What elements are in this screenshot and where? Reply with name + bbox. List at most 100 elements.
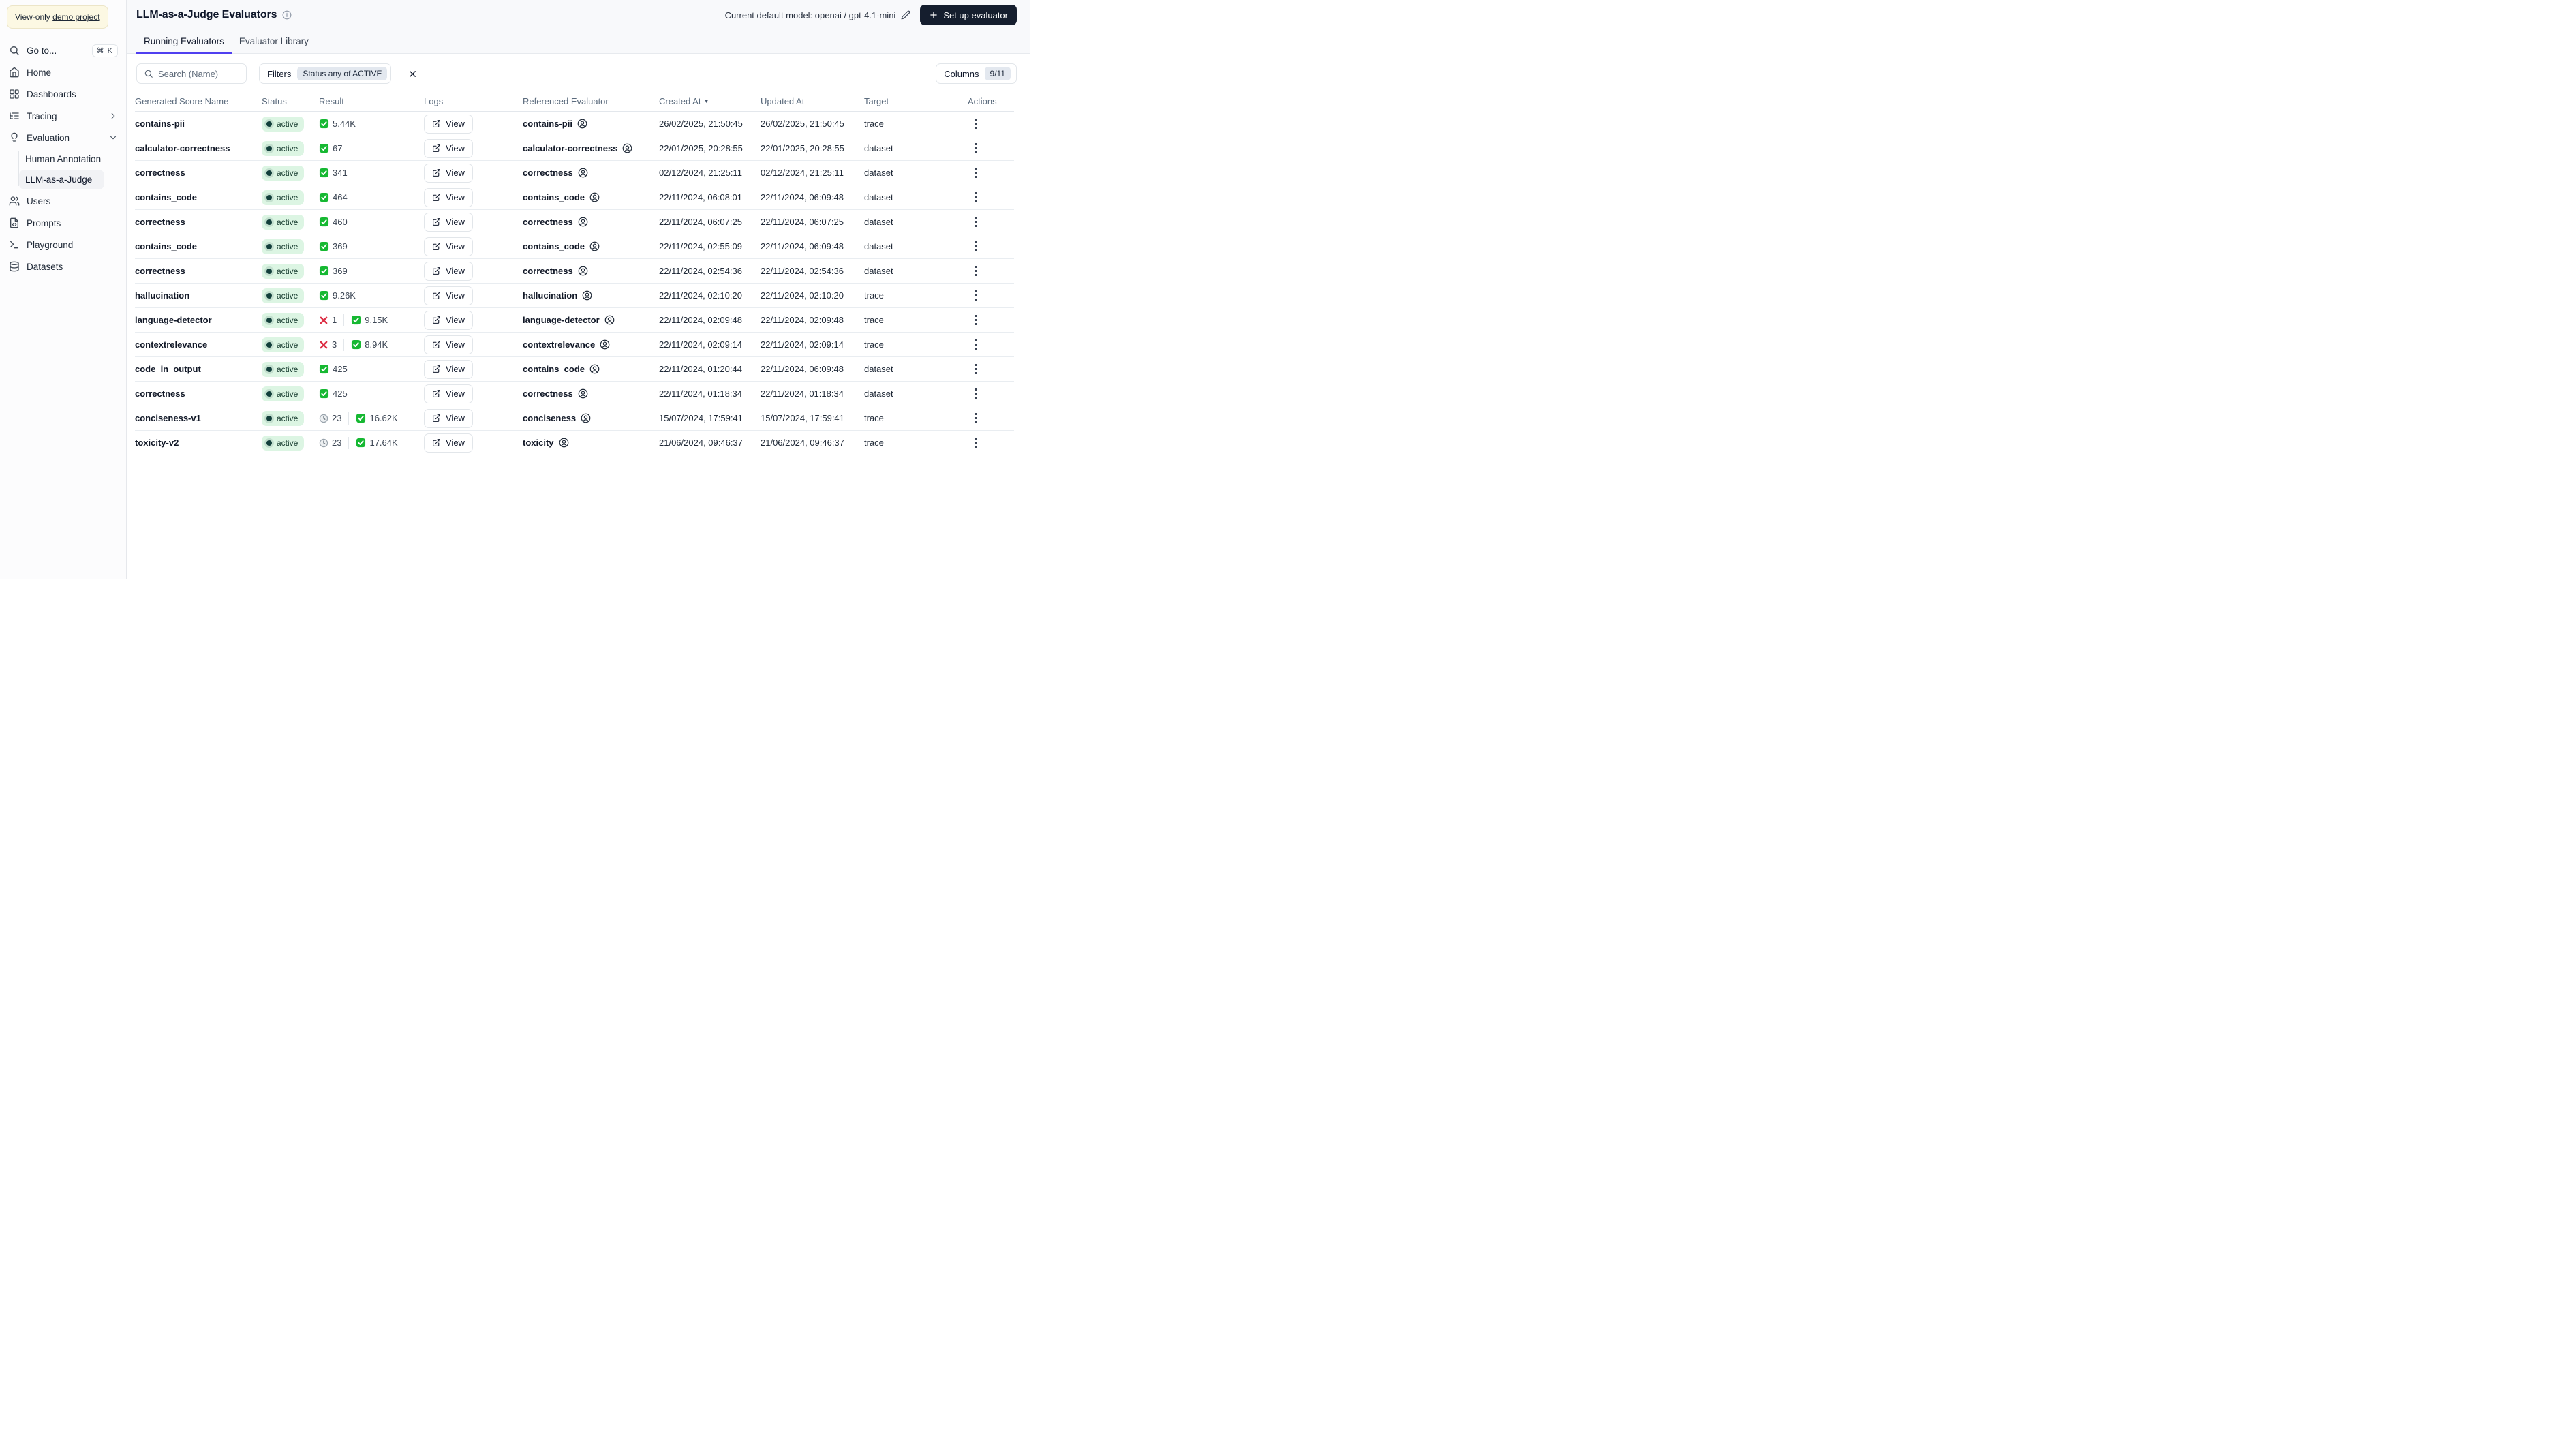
sidebar-item-label: Prompts [27,217,61,228]
referenced-evaluator-name: correctness [523,168,573,178]
row-actions-kebab-icon[interactable] [969,164,983,182]
status-dot-icon [266,292,272,299]
view-logs-button[interactable]: View [424,335,473,354]
row-actions-kebab-icon[interactable] [969,410,983,427]
row-actions-kebab-icon[interactable] [969,287,983,305]
sidebar-item-tracing[interactable]: Tracing [0,105,126,127]
status-filter-chip[interactable]: Status any of ACTIVE [297,67,388,80]
view-logs-button[interactable]: View [424,286,473,305]
updated-at: 02/12/2024, 21:25:11 [761,168,844,178]
filters-button[interactable]: Filters Status any of ACTIVE [259,63,392,84]
view-button-label: View [446,192,465,202]
col-header-created-at[interactable]: Created At ▼ [659,96,761,106]
status-dot-icon [266,243,272,249]
result-clock-segment: 23 [319,438,341,448]
view-logs-button[interactable]: View [424,187,473,207]
demo-project-link[interactable]: demo project [52,12,99,22]
user-circle-icon [577,119,587,129]
search-input[interactable] [158,68,239,79]
status-badge: active [262,386,305,401]
status-badge: active [262,435,305,451]
columns-button[interactable]: Columns 9/11 [936,63,1017,84]
row-actions-kebab-icon[interactable] [969,238,983,256]
check-icon [351,315,361,325]
view-logs-button[interactable]: View [424,212,473,232]
sidebar-item-dashboards[interactable]: Dashboards [0,83,126,105]
col-header-generated-score-name[interactable]: Generated Score Name [135,96,262,106]
col-header-target[interactable]: Target [864,96,968,106]
row-actions-kebab-icon[interactable] [969,311,983,329]
view-logs-button[interactable]: View [424,310,473,330]
tab-label: Evaluator Library [239,36,309,46]
view-logs-button[interactable]: View [424,433,473,453]
sidebar-item-llm-as-a-judge[interactable]: LLM-as-a-Judge [19,170,104,189]
result-cell: 67 [319,143,424,153]
sidebar-item-home[interactable]: Home [0,61,126,83]
col-header-status[interactable]: Status [262,96,319,106]
target: trace [864,413,884,423]
clock-icon [319,414,328,423]
created-at: 22/01/2025, 20:28:55 [659,143,743,153]
sidebar-item-datasets[interactable]: Datasets [0,256,126,277]
external-link-icon [432,217,441,226]
check-icon [319,192,329,202]
view-logs-button[interactable]: View [424,384,473,403]
external-link-icon [432,414,441,423]
info-icon[interactable] [282,10,292,20]
user-circle-icon [589,192,600,202]
status-label: active [277,339,298,350]
view-logs-button[interactable]: View [424,163,473,183]
col-header-updated-at[interactable]: Updated At [761,96,864,106]
table-row: toxicity-v2 active 23 17.64K View toxicit… [135,431,1014,455]
row-actions-kebab-icon[interactable] [969,434,983,452]
row-actions-kebab-icon[interactable] [969,115,983,133]
row-actions-kebab-icon[interactable] [969,262,983,280]
sidebar-item-evaluation[interactable]: Evaluation [0,127,126,149]
sidebar-item-users[interactable]: Users [0,190,126,212]
result-check-segment: 67 [319,143,342,153]
col-header-logs[interactable]: Logs [424,96,523,106]
view-logs-button[interactable]: View [424,237,473,256]
sidebar-item-label: Dashboards [27,89,76,100]
users-icon [8,196,20,207]
col-header-actions: Actions [968,95,997,106]
sidebar-item-goto[interactable]: Go to... ⌘ K [0,40,126,61]
view-logs-button[interactable]: View [424,114,473,134]
col-header-result[interactable]: Result [319,96,424,106]
view-button-label: View [446,241,465,251]
status-dot-icon [266,219,272,225]
sidebar-item-playground[interactable]: Playground [0,234,126,256]
edit-model-pencil-icon[interactable] [901,10,910,20]
row-actions-kebab-icon[interactable] [969,385,983,403]
referenced-evaluator-name: hallucination [523,290,578,301]
row-actions-kebab-icon[interactable] [969,189,983,207]
updated-at: 21/06/2024, 09:46:37 [761,438,844,448]
tab-evaluator-library[interactable]: Evaluator Library [232,31,316,54]
result-divider [343,338,345,351]
result-check-segment: 369 [319,266,348,276]
user-circle-icon [622,143,632,153]
status-label: active [277,119,298,129]
view-logs-button[interactable]: View [424,138,473,158]
view-logs-button[interactable]: View [424,359,473,379]
view-logs-button[interactable]: View [424,261,473,281]
view-logs-button[interactable]: View [424,408,473,428]
clear-filters-button[interactable] [405,66,420,82]
target: dataset [864,364,893,374]
tab-running-evaluators[interactable]: Running Evaluators [136,31,232,54]
col-header-referenced-evaluator[interactable]: Referenced Evaluator [523,96,659,106]
generated-score-name: contextrelevance [135,339,208,350]
sidebar-nav: Go to... ⌘ K Home Dashboards Tracing Eva… [0,35,126,277]
updated-at: 22/11/2024, 06:07:25 [761,217,844,227]
set-up-evaluator-button[interactable]: Set up evaluator [920,5,1017,25]
sidebar-item-human-annotation[interactable]: Human Annotation [19,149,104,169]
row-actions-kebab-icon[interactable] [969,361,983,378]
datasets-icon [8,261,20,272]
external-link-icon [432,144,441,153]
row-actions-kebab-icon[interactable] [969,336,983,354]
row-actions-kebab-icon[interactable] [969,213,983,231]
result-cell: 1 9.15K [319,314,424,326]
row-actions-kebab-icon[interactable] [969,140,983,157]
filters-label: Filters [267,68,292,79]
sidebar-item-prompts[interactable]: Prompts [0,212,126,234]
